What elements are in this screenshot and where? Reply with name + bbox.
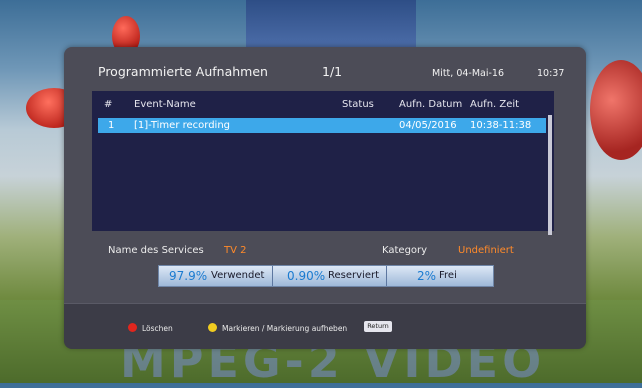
background-blue-block (246, 0, 416, 50)
reserved-label: Reserviert (328, 270, 380, 281)
recordings-panel: Programmierte Aufnahmen 1/1 Mitt, 04-Mai… (64, 47, 586, 349)
used-label: Verwendet (211, 270, 265, 281)
reserved-percent: 0.90% (287, 269, 326, 283)
free-label: Frei (439, 270, 457, 281)
row-date: 04/05/2016 (399, 120, 457, 131)
service-name-label: Name des Services (108, 245, 204, 256)
service-name-value: TV 2 (224, 245, 247, 256)
free-percent: 2% (417, 269, 437, 283)
row-number: 1 (108, 120, 115, 131)
page-title: Programmierte Aufnahmen (98, 64, 268, 79)
used-percent: 97.9% (169, 269, 208, 283)
mark-unmark-button-label[interactable]: Markieren / Markierung aufheben (222, 324, 347, 333)
usage-segment-reserved: 0.90% Reserviert (273, 266, 387, 286)
page-indicator: 1/1 (322, 64, 343, 79)
column-header-event-name: Event-Name (134, 99, 196, 110)
column-header-number: # (104, 99, 113, 110)
usage-segment-free: 2% Frei (387, 266, 493, 286)
usage-segment-used: 97.9% Verwendet (159, 266, 273, 286)
column-header-status: Status (342, 99, 374, 110)
row-time: 10:38-11:38 (470, 120, 532, 131)
yellow-button-icon[interactable] (208, 323, 217, 332)
header-date: Mitt, 04-Mai-16 (432, 68, 505, 79)
column-header-time: Aufn. Zeit (470, 99, 520, 110)
storage-usage-bar: 97.9% Verwendet 0.90% Reserviert 2% Frei (158, 265, 494, 287)
recordings-list (92, 91, 554, 231)
column-header-date: Aufn. Datum (399, 99, 463, 110)
delete-button-label[interactable]: Löschen (142, 324, 173, 333)
category-value: Undefiniert (458, 245, 514, 256)
background-red-balloon (590, 60, 642, 160)
list-scrollbar[interactable] (548, 115, 552, 235)
header-time: 10:37 (537, 68, 565, 79)
red-button-icon[interactable] (128, 323, 137, 332)
return-key[interactable]: Return (364, 321, 392, 332)
footer-bar: Löschen Markieren / Markierung aufheben … (64, 303, 586, 349)
row-event-name: [1]-Timer recording (134, 120, 231, 131)
category-label: Kategory (382, 245, 428, 256)
